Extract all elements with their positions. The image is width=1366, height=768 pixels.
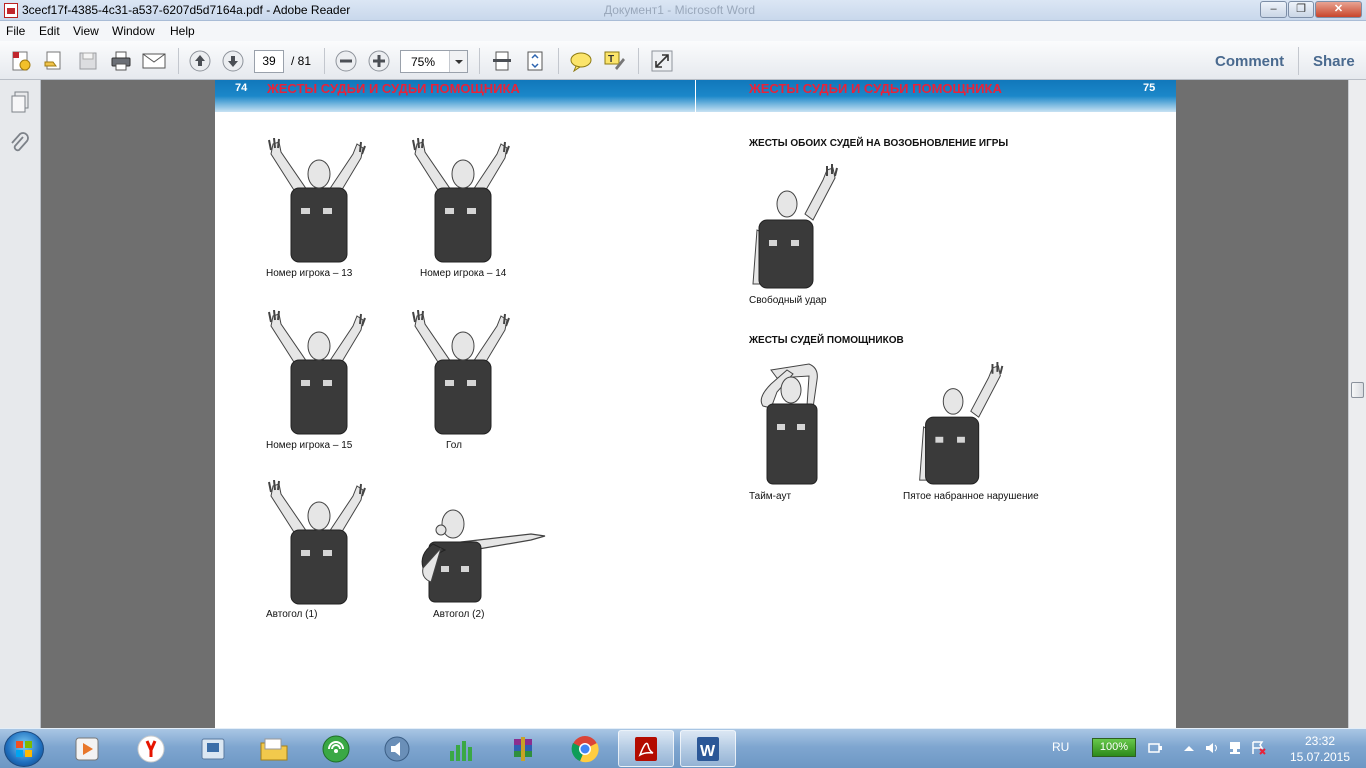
share-pane-button[interactable]: Share (1313, 53, 1355, 70)
next-page-icon[interactable] (221, 49, 245, 73)
previous-page-icon[interactable] (188, 49, 212, 73)
figure-caption: Номер игрока – 15 (266, 440, 353, 451)
zoom-in-icon[interactable] (367, 49, 391, 73)
audio-icon[interactable] (369, 730, 425, 767)
menu-edit[interactable]: Edit (39, 24, 60, 38)
show-hidden-icons-icon[interactable] (1181, 741, 1197, 755)
referee-figure (421, 509, 546, 603)
referee-figure (749, 164, 839, 290)
figure-caption: Автогол (2) (433, 609, 485, 620)
figure-caption: Гол (446, 440, 462, 451)
adobe-reader-icon[interactable] (618, 730, 674, 767)
start-button[interactable] (4, 731, 44, 767)
explorer-icon[interactable] (246, 730, 302, 767)
zoom-out-icon[interactable] (334, 49, 358, 73)
menu-window[interactable]: Window (112, 24, 155, 38)
windows-logo-icon (16, 741, 32, 757)
volume-icon[interactable] (1204, 741, 1220, 755)
menu-help[interactable]: Help (170, 24, 195, 38)
left-page-header: 74 ЖЕСТЫ СУДЬИ И СУДЬИ ПОМОЩНИКА (215, 80, 695, 112)
svg-text:W: W (700, 743, 716, 760)
page-number-input[interactable]: 39 (254, 50, 284, 73)
navigation-pane (0, 80, 41, 728)
background-window-title: Документ1 - Microsoft Word (604, 3, 756, 17)
left-page-title: ЖЕСТЫ СУДЬИ И СУДЬИ ПОМОЩНИКА (267, 81, 520, 96)
save-icon[interactable] (76, 49, 100, 73)
referee-figure (409, 310, 515, 436)
figure-caption: Пятое набранное нарушение (903, 491, 1039, 502)
sticky-note-icon[interactable] (569, 49, 593, 73)
document-viewport[interactable]: 74 ЖЕСТЫ СУДЬИ И СУДЬИ ПОМОЩНИКА ЖЕСТЫ С… (42, 80, 1348, 728)
clock-time: 23:32 (1304, 734, 1336, 748)
menu-view[interactable]: View (73, 24, 99, 38)
referee-figure (265, 310, 371, 436)
power-plug-icon[interactable] (1147, 741, 1163, 755)
highlight-icon[interactable]: T (603, 49, 627, 73)
left-page-number: 74 (235, 82, 248, 94)
chevron-down-icon[interactable] (449, 51, 467, 72)
create-pdf-icon[interactable] (9, 49, 33, 73)
page-total: / 81 (291, 54, 312, 68)
attachments-icon[interactable] (9, 132, 31, 156)
fit-width-icon[interactable] (523, 49, 547, 73)
clock[interactable]: 23:32 15.07.2015 (1284, 733, 1356, 765)
close-button[interactable]: ✕ (1315, 1, 1362, 18)
section-heading: ЖЕСТЫ СУДЕЙ ПОМОЩНИКОВ (749, 335, 904, 346)
pages-icon[interactable] (9, 90, 31, 114)
zoom-select[interactable]: 75% (400, 50, 468, 73)
chrome-icon[interactable] (557, 730, 613, 767)
scrollbar-thumb[interactable] (1351, 382, 1364, 398)
comment-pane-button[interactable]: Comment (1215, 53, 1284, 70)
taskbar: W RU 100% 23:32 15.07.2015 (0, 728, 1366, 768)
network-icon[interactable] (308, 730, 364, 767)
referee-figure (265, 138, 371, 264)
window-title: 3cecf17f-4385-4c31-a537-6207d5d7164a.pdf… (22, 3, 351, 17)
pdf-page-spread: 74 ЖЕСТЫ СУДЬИ И СУДЬИ ПОМОЩНИКА ЖЕСТЫ С… (215, 80, 1176, 728)
referee-figure (265, 480, 371, 606)
vertical-scrollbar[interactable] (1348, 80, 1366, 728)
right-page-number: 75 (1143, 82, 1156, 94)
svg-text:T: T (608, 54, 614, 65)
pdf-app-icon (4, 3, 18, 18)
action-center-icon[interactable] (1251, 741, 1267, 755)
section-heading: ЖЕСТЫ ОБОИХ СУДЕЙ НА ВОЗОБНОВЛЕНИЕ ИГРЫ (749, 138, 1009, 149)
winrar-icon[interactable] (495, 730, 551, 767)
word-icon[interactable]: W (680, 730, 736, 767)
fit-page-icon[interactable] (490, 49, 514, 73)
menu-file[interactable]: File (6, 24, 25, 38)
referee-figure (409, 138, 515, 264)
figure-caption: Автогол (1) (266, 609, 318, 620)
battery-indicator[interactable]: 100% (1092, 738, 1136, 757)
toolbar: 39 / 81 75% T Comment Share (0, 41, 1366, 80)
referee-figure (760, 363, 818, 485)
yandex-browser-icon[interactable] (123, 730, 179, 767)
figure-caption: Номер игрока – 14 (420, 268, 507, 279)
email-icon[interactable] (142, 49, 166, 73)
menu-bar: File Edit View Window Help (0, 21, 1366, 41)
fullscreen-icon[interactable] (650, 49, 674, 73)
open-icon[interactable] (42, 49, 66, 73)
media-player-icon[interactable] (59, 730, 115, 767)
figure-caption: Тайм-аут (749, 491, 792, 502)
chart-app-icon[interactable] (433, 730, 489, 767)
zoom-value: 75% (411, 55, 436, 69)
app-icon[interactable] (185, 730, 241, 767)
right-page-header: ЖЕСТЫ СУДЬИ И СУДЬИ ПОМОЩНИКА 75 (696, 80, 1176, 112)
title-bar: 3cecf17f-4385-4c31-a537-6207d5d7164a.pdf… (0, 0, 1366, 21)
language-indicator[interactable]: RU (1052, 740, 1069, 754)
figure-caption: Свободный удар (749, 295, 827, 306)
network-tray-icon[interactable] (1227, 741, 1243, 755)
maximize-button[interactable]: ❐ (1288, 1, 1314, 18)
referee-figure (915, 362, 1005, 486)
minimize-button[interactable]: ‒ (1260, 1, 1287, 18)
right-page-title: ЖЕСТЫ СУДЬИ И СУДЬИ ПОМОЩНИКА (749, 81, 1002, 96)
figure-caption: Номер игрока – 13 (266, 268, 353, 279)
clock-date: 15.07.2015 (1289, 750, 1351, 764)
print-icon[interactable] (109, 49, 133, 73)
